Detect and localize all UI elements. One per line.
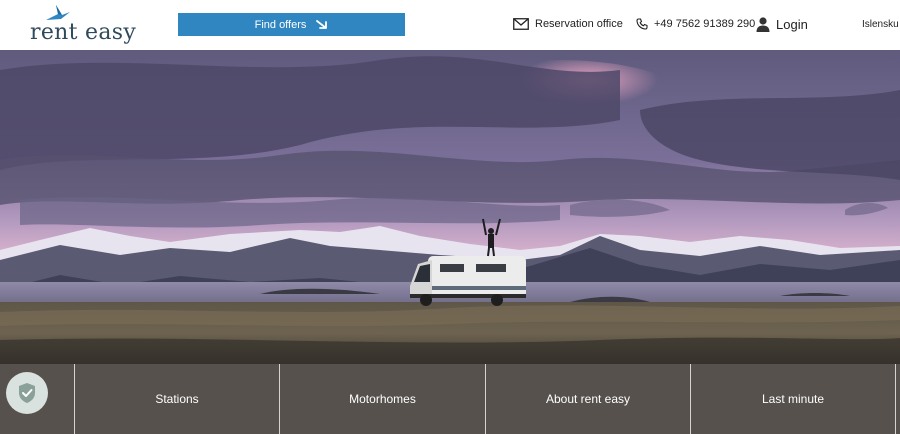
find-offers-label: Find offers (254, 18, 307, 31)
nav-tile-last-minute[interactable]: Last minute (690, 364, 895, 434)
nav-tile-label: Last minute (761, 392, 825, 406)
nav-tile-motorhomes[interactable]: Motorhomes (279, 364, 485, 434)
shield-icon (19, 383, 35, 403)
bottom-navigation: Stations Motorhomes About rent easy Last… (0, 364, 900, 434)
logo-text: rent easy (30, 20, 137, 45)
reservation-office-label: Reservation office (535, 18, 623, 30)
find-offers-button[interactable]: Find offers (178, 13, 405, 36)
nav-tile-label: Motorhomes (349, 392, 416, 406)
login-link[interactable]: Login (756, 14, 808, 34)
envelope-icon (513, 18, 529, 30)
nav-tile-stations[interactable]: Stations (74, 364, 279, 434)
language-selector[interactable]: Islensku (862, 14, 899, 34)
site-header: rent easy Find offers Reservation office… (0, 0, 900, 50)
logo[interactable]: rent easy (30, 4, 140, 48)
nav-tile-about[interactable]: About rent easy (485, 364, 690, 434)
phone-number: +49 7562 91389 290 (654, 18, 756, 30)
privacy-tile (0, 364, 74, 434)
nav-tile-label: Stations (155, 392, 199, 406)
user-icon (756, 16, 770, 32)
language-label: Islensku (862, 18, 899, 30)
arrow-icon (316, 19, 328, 29)
privacy-settings-button[interactable] (6, 372, 48, 414)
phone-link[interactable]: +49 7562 91389 290 (636, 14, 755, 34)
login-label: Login (776, 16, 808, 32)
nav-tile-edge (895, 364, 900, 434)
phone-icon (636, 18, 648, 30)
hero-image (0, 50, 900, 364)
nav-tile-label: About rent easy (545, 392, 631, 406)
reservation-office-link[interactable]: Reservation office (513, 14, 623, 34)
